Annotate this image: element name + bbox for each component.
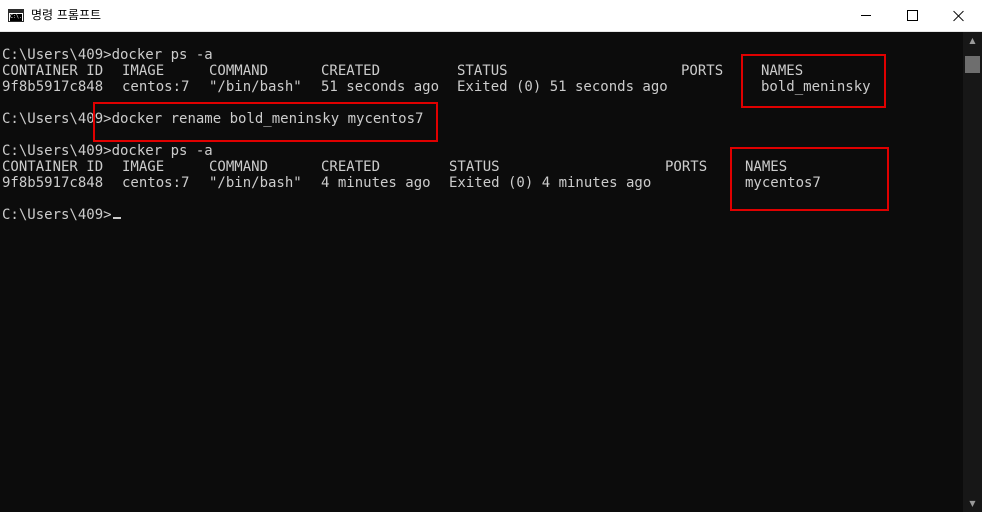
command-line[interactable]: C:\Users\409> xyxy=(2,207,121,223)
minimize-button[interactable] xyxy=(843,0,889,31)
cell-image: centos:7 xyxy=(122,175,190,191)
prompt: C:\Users\409> xyxy=(2,143,112,159)
col-created: CREATED xyxy=(321,159,381,175)
rename-highlight-box xyxy=(93,102,438,142)
cell-created: 51 seconds ago xyxy=(321,79,440,95)
scrollbar-thumb[interactable] xyxy=(965,56,980,73)
col-image: IMAGE xyxy=(122,159,165,175)
command-line: C:\Users\409>docker ps -a xyxy=(2,143,213,159)
close-icon xyxy=(953,10,964,21)
maximize-icon xyxy=(906,10,918,21)
cell-image: centos:7 xyxy=(122,79,190,95)
names-highlight-box xyxy=(730,147,889,211)
scroll-down-icon[interactable]: ▼ xyxy=(963,495,982,512)
maximize-button[interactable] xyxy=(889,0,935,31)
prompt: C:\Users\409> xyxy=(2,207,112,223)
col-container-id: CONTAINER ID xyxy=(2,159,104,175)
cell-status: Exited (0) 51 seconds ago xyxy=(457,79,668,95)
col-container-id: CONTAINER ID xyxy=(2,63,104,79)
command-text: docker ps -a xyxy=(111,143,213,159)
prompt: C:\Users\409> xyxy=(2,47,112,63)
cell-command: "/bin/bash" xyxy=(209,79,302,95)
col-status: STATUS xyxy=(449,159,500,175)
col-command: COMMAND xyxy=(209,159,269,175)
col-status: STATUS xyxy=(457,63,508,79)
cell-status: Exited (0) 4 minutes ago xyxy=(449,175,652,191)
title-bar[interactable]: C:\. 명령 프롬프트 xyxy=(0,0,982,32)
prompt: C:\Users\409 xyxy=(2,111,104,127)
cmd-app-icon: C:\. xyxy=(8,9,24,22)
minimize-icon xyxy=(861,15,871,16)
cell-container-id: 9f8b5917c848 xyxy=(2,79,104,95)
vertical-scrollbar[interactable]: ▲ ▼ xyxy=(963,32,982,512)
col-created: CREATED xyxy=(321,63,381,79)
cell-command: "/bin/bash" xyxy=(209,175,302,191)
cell-created: 4 minutes ago xyxy=(321,175,431,191)
col-ports: PORTS xyxy=(681,63,724,79)
names-highlight-box xyxy=(741,54,886,108)
window-title: 명령 프롬프트 xyxy=(31,8,102,22)
text-cursor xyxy=(112,217,121,219)
command-line: C:\Users\409>docker ps -a xyxy=(2,47,213,63)
command-text: docker ps -a xyxy=(111,47,213,63)
close-button[interactable] xyxy=(935,0,982,31)
col-command: COMMAND xyxy=(209,63,269,79)
console-output[interactable]: C:\Users\409>docker ps -a CONTAINER ID I… xyxy=(0,32,963,512)
col-ports: PORTS xyxy=(665,159,708,175)
col-image: IMAGE xyxy=(122,63,165,79)
scroll-up-icon[interactable]: ▲ xyxy=(963,32,982,49)
cell-container-id: 9f8b5917c848 xyxy=(2,175,104,191)
